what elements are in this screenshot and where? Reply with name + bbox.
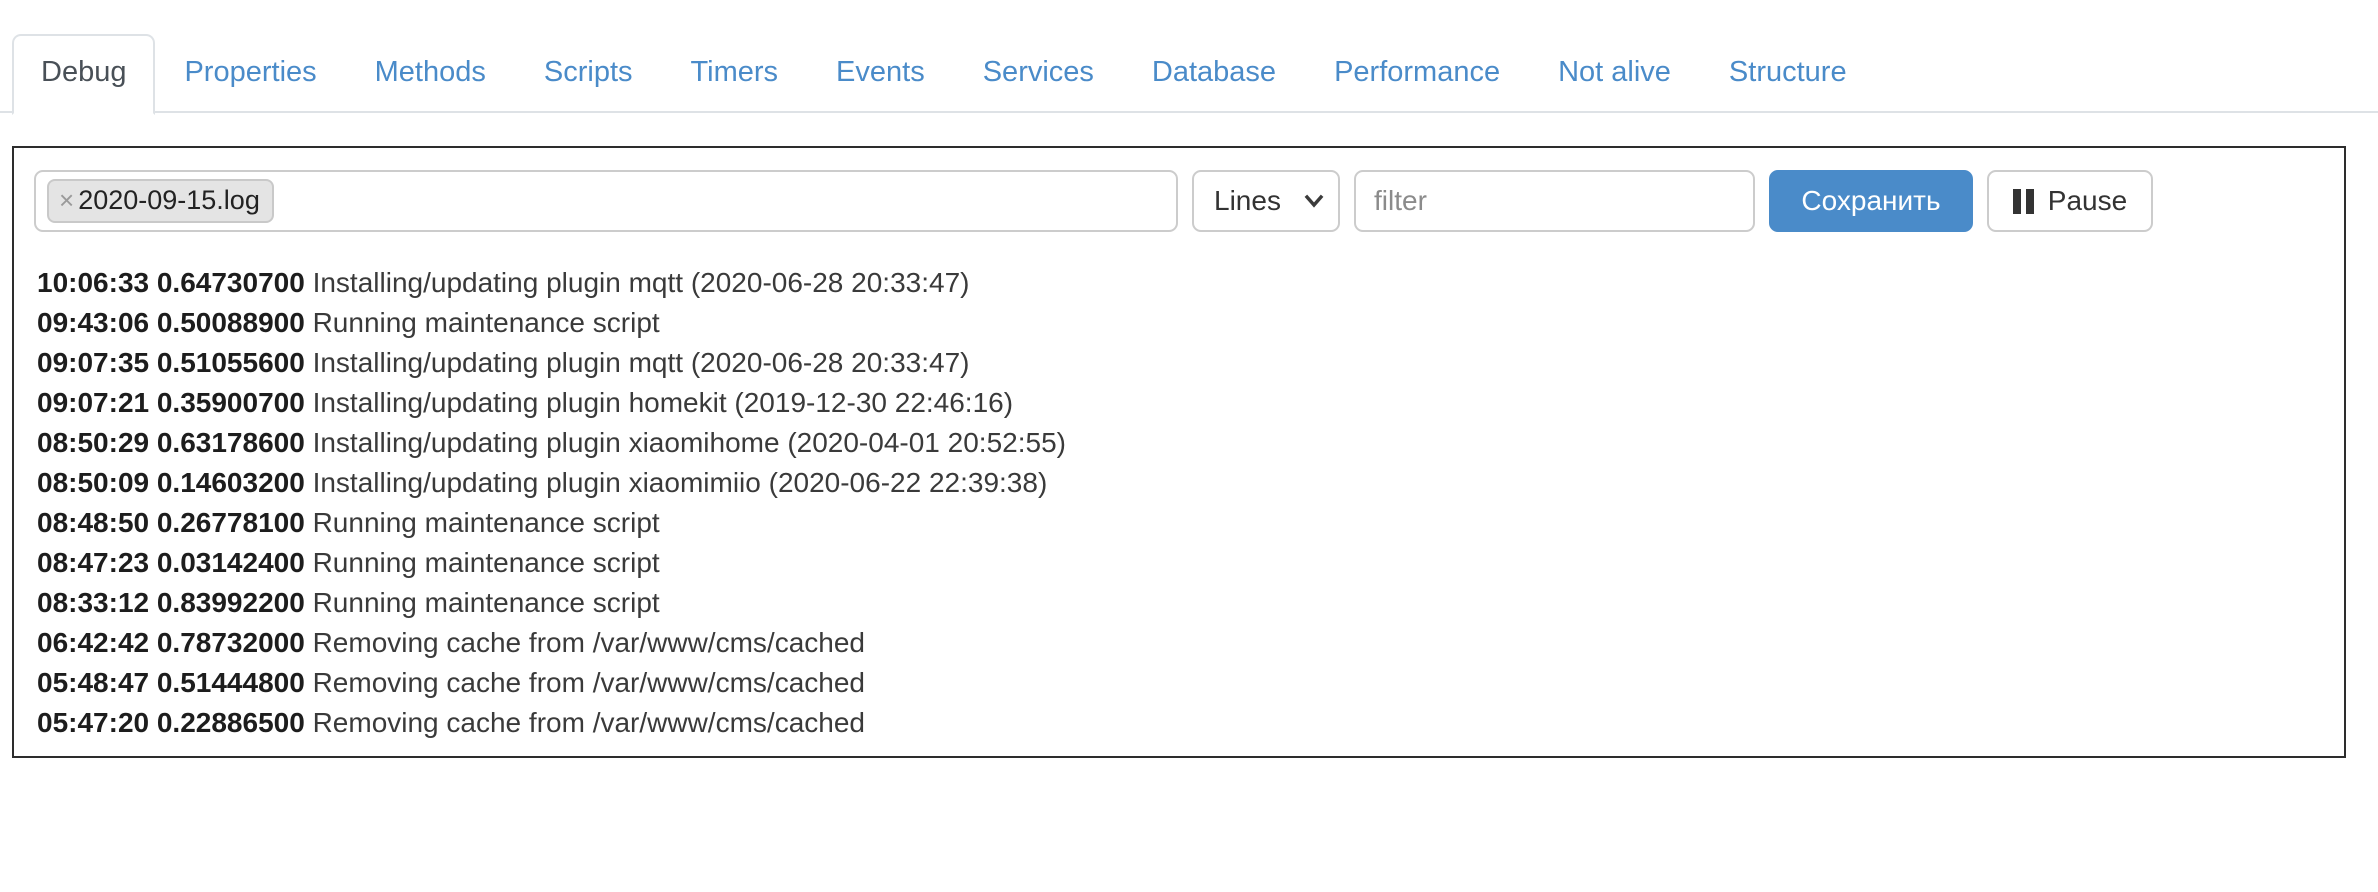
log-line-timestamp: 09:07:35 0.51055600 bbox=[37, 347, 305, 378]
log-line-timestamp: 09:07:21 0.35900700 bbox=[37, 387, 305, 418]
log-line: 05:47:20 0.22886500 Removing cache from … bbox=[37, 703, 2324, 743]
log-line: 08:50:09 0.14603200 Installing/updating … bbox=[37, 463, 2324, 503]
filter-input[interactable] bbox=[1354, 170, 1755, 232]
tab-scripts[interactable]: Scripts bbox=[515, 34, 662, 113]
tab-not-alive[interactable]: Not alive bbox=[1529, 34, 1700, 113]
log-line-timestamp: 05:47:20 0.22886500 bbox=[37, 707, 305, 738]
log-file-tag[interactable]: × 2020-09-15.log bbox=[47, 179, 274, 222]
chevron-down-icon bbox=[1304, 191, 1324, 211]
log-line-message: Running maintenance script bbox=[313, 587, 660, 618]
pause-button-label: Pause bbox=[2048, 185, 2127, 217]
debug-panel: × 2020-09-15.log Lines Сохранить Pause 1… bbox=[12, 146, 2346, 758]
log-line: 09:07:21 0.35900700 Installing/updating … bbox=[37, 383, 2324, 423]
log-line-message: Running maintenance script bbox=[313, 547, 660, 578]
log-line: 08:47:23 0.03142400 Running maintenance … bbox=[37, 543, 2324, 583]
log-line-timestamp: 06:42:42 0.78732000 bbox=[37, 627, 305, 658]
tab-events[interactable]: Events bbox=[807, 34, 954, 113]
log-line: 08:33:12 0.83992200 Running maintenance … bbox=[37, 583, 2324, 623]
log-line-message: Installing/updating plugin mqtt (2020-06… bbox=[313, 347, 970, 378]
debug-toolbar: × 2020-09-15.log Lines Сохранить Pause bbox=[34, 170, 2324, 232]
log-file-select-input[interactable]: × 2020-09-15.log bbox=[34, 170, 1178, 232]
log-line-timestamp: 08:50:09 0.14603200 bbox=[37, 467, 305, 498]
save-button[interactable]: Сохранить bbox=[1769, 170, 1973, 232]
log-line-timestamp: 05:48:47 0.51444800 bbox=[37, 667, 305, 698]
log-line-message: Installing/updating plugin homekit (2019… bbox=[313, 387, 1013, 418]
log-line-timestamp: 08:33:12 0.83992200 bbox=[37, 587, 305, 618]
tab-properties[interactable]: Properties bbox=[155, 34, 345, 113]
pause-button[interactable]: Pause bbox=[1987, 170, 2153, 232]
log-line-timestamp: 08:48:50 0.26778100 bbox=[37, 507, 305, 538]
log-line: 06:42:42 0.78732000 Removing cache from … bbox=[37, 623, 2324, 663]
tab-services[interactable]: Services bbox=[954, 34, 1123, 113]
log-line-message: Running maintenance script bbox=[313, 307, 660, 338]
log-file-tag-label: 2020-09-15.log bbox=[78, 185, 260, 215]
close-icon[interactable]: × bbox=[59, 187, 74, 213]
log-output: 10:06:33 0.64730700 Installing/updating … bbox=[34, 263, 2324, 743]
pause-icon bbox=[2013, 189, 2034, 214]
log-line: 08:50:29 0.63178600 Installing/updating … bbox=[37, 423, 2324, 463]
log-line-message: Installing/updating plugin xiaomimiio (2… bbox=[313, 467, 1048, 498]
tab-debug[interactable]: Debug bbox=[12, 34, 155, 115]
log-line: 09:07:35 0.51055600 Installing/updating … bbox=[37, 343, 2324, 383]
log-line-timestamp: 10:06:33 0.64730700 bbox=[37, 267, 305, 298]
log-line-message: Removing cache from /var/www/cms/cached bbox=[313, 667, 865, 698]
tab-timers[interactable]: Timers bbox=[662, 34, 808, 113]
log-line: 09:43:06 0.50088900 Running maintenance … bbox=[37, 303, 2324, 343]
log-line: 10:06:33 0.64730700 Installing/updating … bbox=[37, 263, 2324, 303]
tab-methods[interactable]: Methods bbox=[346, 34, 515, 113]
tab-performance[interactable]: Performance bbox=[1305, 34, 1529, 113]
tab-bar: DebugPropertiesMethodsScriptsTimersEvent… bbox=[0, 0, 2378, 113]
lines-select-value: Lines bbox=[1214, 185, 1281, 217]
log-line-message: Installing/updating plugin xiaomihome (2… bbox=[313, 427, 1066, 458]
tab-database[interactable]: Database bbox=[1123, 34, 1305, 113]
tab-structure[interactable]: Structure bbox=[1700, 34, 1876, 113]
log-line: 08:48:50 0.26778100 Running maintenance … bbox=[37, 503, 2324, 543]
log-line-message: Removing cache from /var/www/cms/cached bbox=[313, 707, 865, 738]
log-line-timestamp: 08:47:23 0.03142400 bbox=[37, 547, 305, 578]
log-line-timestamp: 08:50:29 0.63178600 bbox=[37, 427, 305, 458]
log-line-message: Running maintenance script bbox=[313, 507, 660, 538]
lines-select[interactable]: Lines bbox=[1192, 170, 1340, 232]
log-line-message: Installing/updating plugin mqtt (2020-06… bbox=[313, 267, 970, 298]
log-line-message: Removing cache from /var/www/cms/cached bbox=[313, 627, 865, 658]
log-line-timestamp: 09:43:06 0.50088900 bbox=[37, 307, 305, 338]
log-line: 05:48:47 0.51444800 Removing cache from … bbox=[37, 663, 2324, 703]
